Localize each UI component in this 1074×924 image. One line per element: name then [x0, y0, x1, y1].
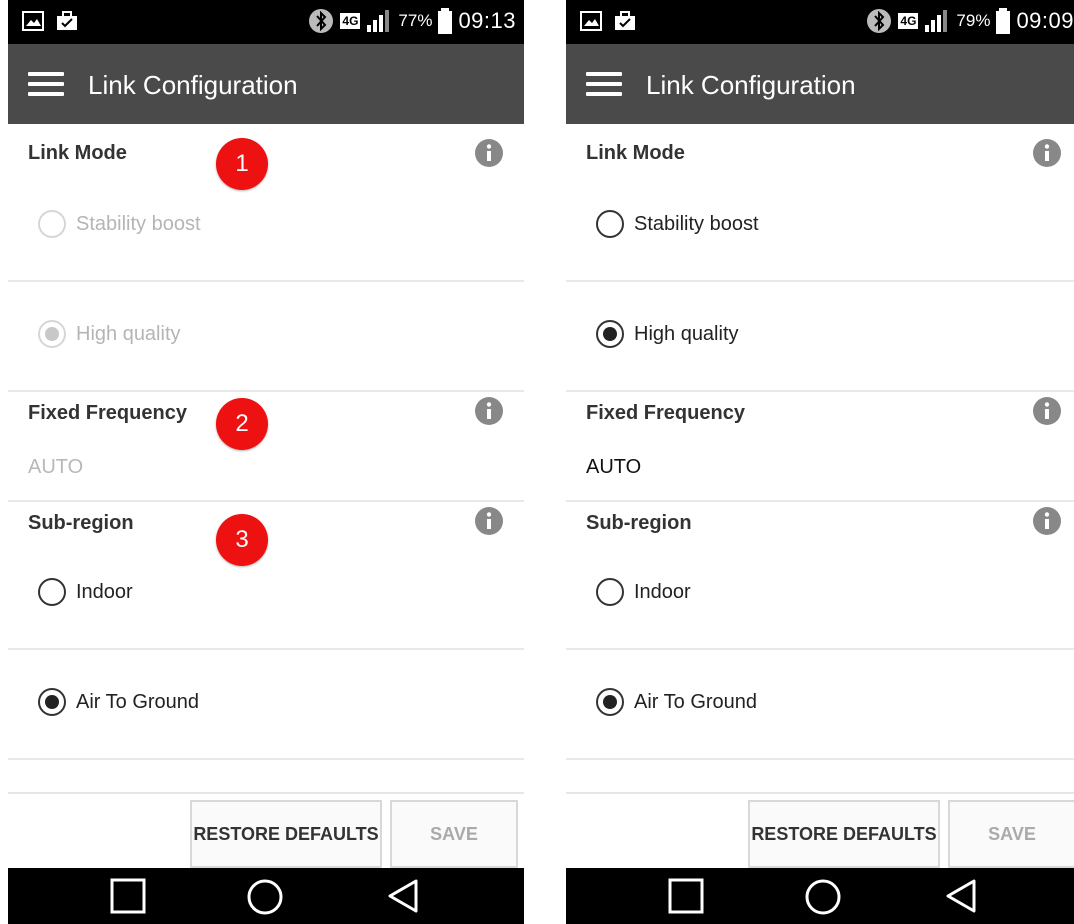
circle-nav-icon[interactable]	[804, 878, 842, 916]
system-nav-bar	[566, 868, 1074, 924]
divider	[8, 648, 524, 650]
fixed-frequency-title: Fixed Frequency	[28, 402, 187, 424]
radio-label: High quality	[76, 322, 181, 345]
hamburger-menu-icon[interactable]	[28, 72, 64, 96]
radio-stability-boost[interactable]: Stability boost	[596, 210, 759, 238]
radio-label: Indoor	[76, 580, 133, 603]
save-button[interactable]: SAVE	[390, 800, 518, 868]
radio-button[interactable]	[38, 210, 66, 238]
link-mode-title: Link Mode	[28, 142, 127, 164]
signal-icon	[367, 10, 390, 32]
radio-button[interactable]	[596, 578, 624, 606]
status-bar: 4G 77% 09:13	[8, 0, 524, 44]
clock: 09:09	[1016, 8, 1074, 33]
divider	[566, 390, 1074, 392]
settings-content: Link Mode Stability boost High quality F…	[566, 124, 1074, 794]
radio-button[interactable]	[596, 320, 624, 348]
signal-icon	[925, 10, 948, 32]
action-bar: RESTORE DEFAULTS SAVE	[566, 792, 1074, 868]
sub-region-title: Sub-region	[586, 512, 692, 534]
divider	[566, 648, 1074, 650]
info-icon[interactable]	[474, 506, 504, 536]
fixed-frequency-value[interactable]: AUTO	[28, 456, 83, 479]
radio-indoor[interactable]: Indoor	[38, 578, 133, 606]
fixed-frequency-value[interactable]: AUTO	[586, 456, 641, 479]
status-bar: 4G 79% 09:09	[566, 0, 1074, 44]
link-mode-title: Link Mode	[586, 142, 685, 164]
page-title: Link Configuration	[88, 70, 298, 100]
image-icon	[580, 11, 602, 31]
radio-button[interactable]	[38, 320, 66, 348]
fixed-frequency-title: Fixed Frequency	[586, 402, 745, 424]
radio-label: High quality	[634, 322, 739, 345]
back-nav-icon[interactable]	[944, 878, 978, 914]
bluetooth-icon	[309, 9, 334, 33]
radio-air-to-ground[interactable]: Air To Ground	[596, 688, 757, 716]
radio-label: Stability boost	[634, 212, 759, 235]
square-nav-icon[interactable]	[668, 878, 704, 914]
settings-content: Link Mode 1 Stability boost High quality…	[8, 124, 524, 794]
divider	[8, 390, 524, 392]
restore-defaults-button[interactable]: RESTORE DEFAULTS	[748, 800, 940, 868]
annotation-badge-3: 3	[216, 514, 268, 566]
battery-icon	[438, 8, 453, 34]
annotation-badge-2: 2	[216, 398, 268, 450]
divider	[8, 758, 524, 760]
circle-nav-icon[interactable]	[246, 878, 284, 916]
radio-label: Indoor	[634, 580, 691, 603]
network-type-label: 4G	[898, 13, 919, 29]
info-icon[interactable]	[474, 138, 504, 168]
restore-defaults-button[interactable]: RESTORE DEFAULTS	[190, 800, 382, 868]
radio-label: Air To Ground	[76, 690, 200, 713]
network-type-label: 4G	[340, 13, 361, 29]
square-nav-icon[interactable]	[110, 878, 146, 914]
radio-air-to-ground[interactable]: Air To Ground	[38, 688, 199, 716]
radio-high-quality[interactable]: High quality	[38, 320, 181, 348]
back-nav-icon[interactable]	[386, 878, 420, 914]
radio-button[interactable]	[596, 210, 624, 238]
info-icon[interactable]	[1032, 506, 1062, 536]
radio-label: Stability boost	[76, 212, 201, 235]
action-bar: RESTORE DEFAULTS SAVE	[8, 792, 524, 868]
image-icon	[22, 11, 44, 31]
battery-icon	[996, 8, 1011, 34]
app-bar: Link Configuration	[8, 44, 524, 124]
divider	[566, 500, 1074, 502]
radio-high-quality[interactable]: High quality	[596, 320, 739, 348]
divider	[566, 280, 1074, 282]
info-icon[interactable]	[1032, 138, 1062, 168]
info-icon[interactable]	[474, 396, 504, 426]
battery-percent: 77%	[398, 11, 433, 30]
clock: 09:13	[458, 8, 516, 33]
page-title: Link Configuration	[646, 70, 856, 100]
radio-button[interactable]	[38, 578, 66, 606]
phone-screen-left: 4G 77% 09:13 Link Configuration Link Mod…	[8, 0, 524, 924]
bag-icon	[615, 11, 635, 30]
radio-stability-boost[interactable]: Stability boost	[38, 210, 201, 238]
phone-screen-right: 4G 79% 09:09 Link Configuration Link Mod…	[566, 0, 1074, 924]
radio-indoor[interactable]: Indoor	[596, 578, 691, 606]
radio-label: Air To Ground	[634, 690, 758, 713]
bag-icon	[57, 11, 77, 30]
radio-button[interactable]	[596, 688, 624, 716]
annotation-badge-1: 1	[216, 138, 268, 190]
sub-region-title: Sub-region	[28, 512, 134, 534]
hamburger-menu-icon[interactable]	[586, 72, 622, 96]
info-icon[interactable]	[1032, 396, 1062, 426]
save-button[interactable]: SAVE	[948, 800, 1074, 868]
divider	[8, 280, 524, 282]
battery-percent: 79%	[956, 11, 991, 30]
divider	[566, 758, 1074, 760]
system-nav-bar	[8, 868, 524, 924]
radio-button[interactable]	[38, 688, 66, 716]
divider	[8, 500, 524, 502]
app-bar: Link Configuration	[566, 44, 1074, 124]
bluetooth-icon	[867, 9, 892, 33]
